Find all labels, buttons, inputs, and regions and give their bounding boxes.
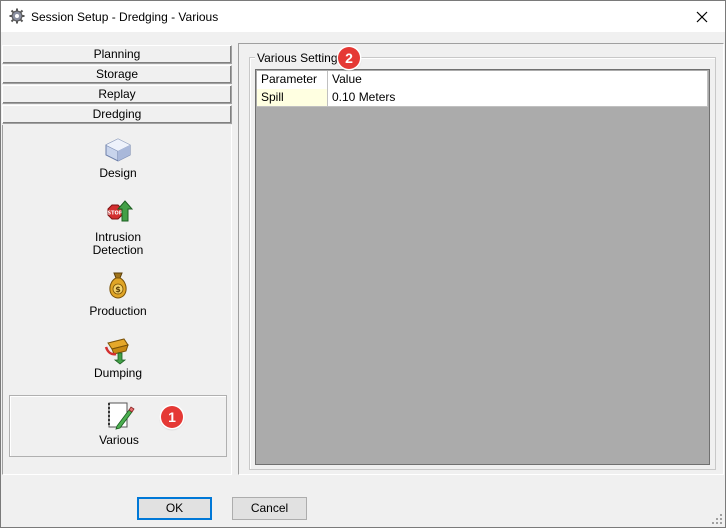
settings-grid[interactable]: Parameter Value Spill 0.10 Meters	[255, 69, 710, 465]
callout-badge-1: 1	[161, 406, 183, 428]
nav-item-production[interactable]: $ Production	[9, 269, 227, 331]
notepad-pencil-icon	[108, 402, 135, 430]
ok-button[interactable]: OK	[137, 497, 212, 520]
nav-item-label: Various	[99, 433, 139, 447]
callout-badge-2: 2	[338, 47, 360, 69]
window-title: Session Setup - Dredging - Various	[31, 10, 219, 24]
close-icon	[696, 11, 708, 22]
dump-icon	[104, 338, 129, 365]
svg-text:$: $	[115, 285, 121, 294]
session-setup-window: Session Setup - Dredging - Various Plann…	[0, 0, 726, 528]
title-bar[interactable]: Session Setup - Dredging - Various	[1, 1, 725, 32]
nav-item-label: Dumping	[93, 366, 143, 380]
table-row[interactable]: Spill 0.10 Meters	[257, 89, 708, 107]
pane-splitter[interactable]	[233, 43, 237, 475]
navigation-pane: Planning Storage Replay Dredging Design	[2, 43, 232, 475]
grid-header-row: Parameter Value	[257, 71, 708, 89]
grid-body: Parameter Value Spill 0.10 Meters	[257, 71, 708, 463]
group-title: Various Settings	[255, 51, 346, 65]
nav-item-label: Design	[99, 166, 137, 180]
close-button[interactable]	[679, 1, 725, 32]
box-icon	[105, 138, 131, 162]
nav-header-replay[interactable]: Replay	[2, 85, 232, 104]
nav-item-various[interactable]: Various	[9, 395, 227, 457]
nav-item-label: Intrusion Detection	[92, 230, 144, 257]
nav-header-dredging[interactable]: Dredging	[2, 105, 232, 124]
stop-sign-arrow-icon: STOP	[107, 200, 134, 222]
resize-grip-icon[interactable]	[711, 513, 723, 525]
nav-item-dumping[interactable]: Dumping	[9, 333, 227, 395]
nav-item-design[interactable]: Design	[9, 133, 227, 195]
nav-item-intrusion-detection[interactable]: STOP Intrusion Detection	[9, 197, 227, 259]
svg-text:STOP: STOP	[108, 211, 123, 217]
column-header-parameter[interactable]: Parameter	[257, 71, 328, 89]
parameter-cell[interactable]: Spill	[257, 89, 328, 107]
cancel-button[interactable]: Cancel	[232, 497, 307, 520]
nav-header-storage[interactable]: Storage	[2, 65, 232, 84]
column-header-value[interactable]: Value	[328, 71, 708, 89]
value-cell[interactable]: 0.10 Meters	[328, 89, 708, 107]
nav-item-label: Production	[89, 304, 147, 318]
dialog-button-bar: OK Cancel	[1, 485, 725, 527]
money-bag-icon: $	[109, 272, 127, 299]
nav-header-planning[interactable]: Planning	[2, 45, 232, 64]
dredging-items-panel: Design STOP Intrusion Detection $ Produc…	[2, 125, 232, 475]
gear-icon	[9, 8, 25, 24]
